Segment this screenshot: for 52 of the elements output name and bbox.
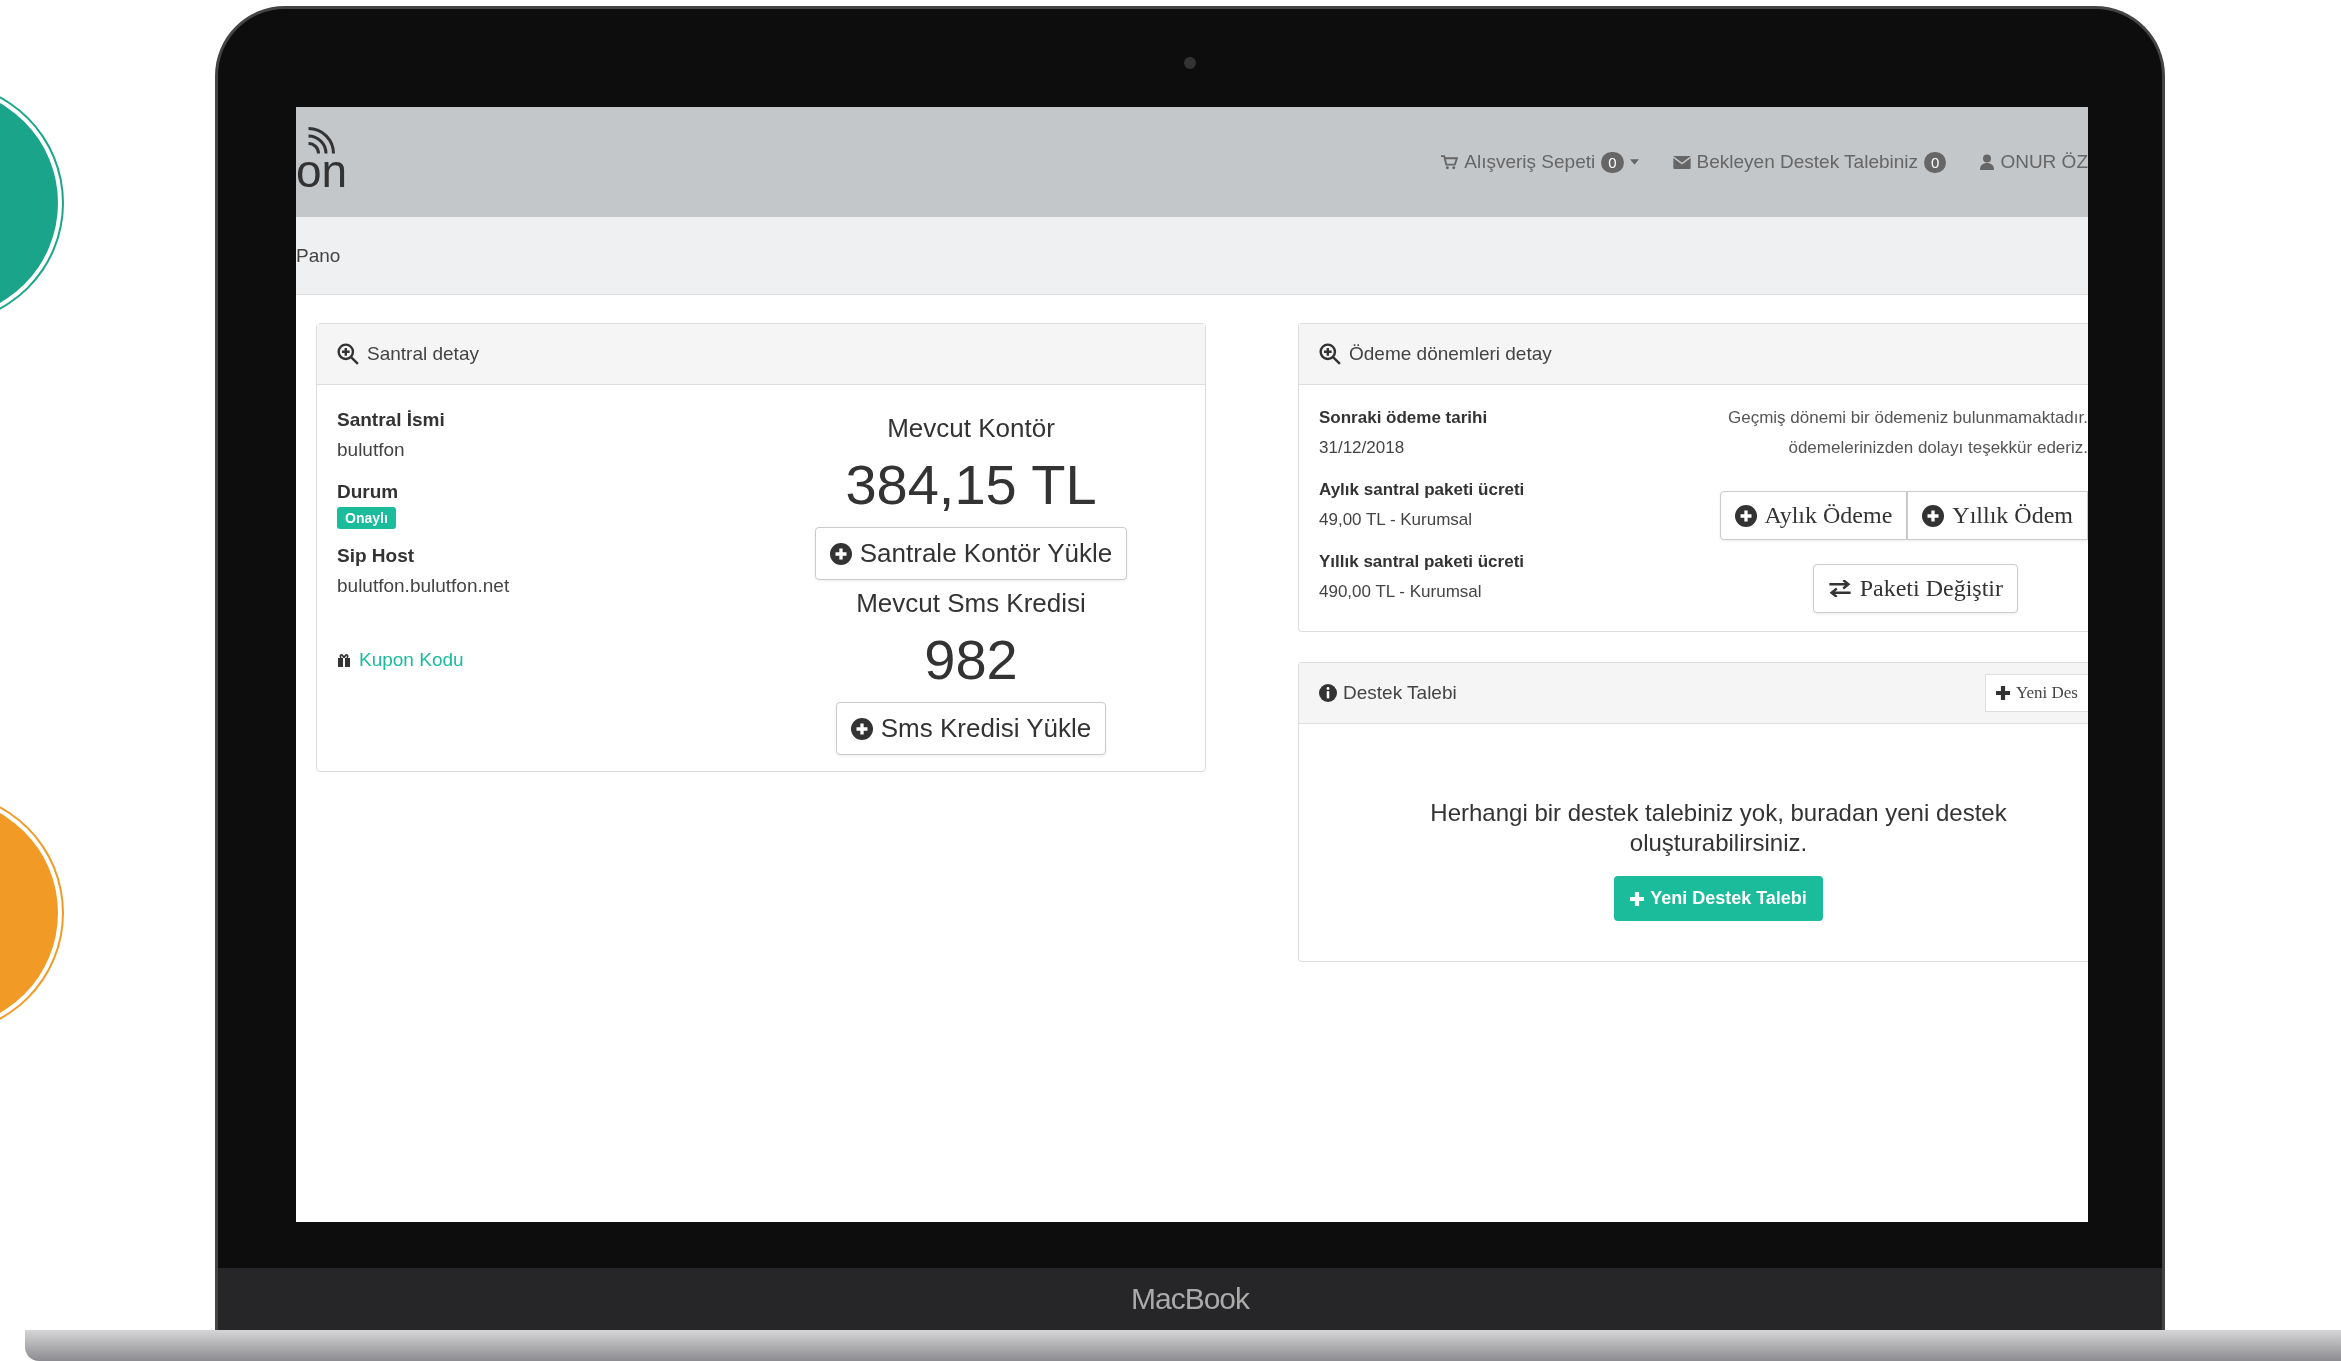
signal-waves-icon: [306, 126, 336, 156]
field-value: 31/12/2018: [1319, 437, 1406, 459]
field-label: Sip Host: [337, 544, 416, 568]
cart-icon: [1441, 154, 1459, 170]
balance-value: 384,15 TL: [845, 452, 1097, 517]
zoom-in-icon: [1319, 343, 1341, 365]
field-value: bulutfon.bulutfon.net: [337, 574, 511, 598]
info-text: ödemelerinizden dolayı teşekkür ederiz.: [1787, 437, 2088, 459]
plus-circle-icon: [1922, 504, 1945, 527]
caret-icon: [1629, 159, 1639, 165]
field-label: Sonraki ödeme tarihi: [1319, 407, 1489, 429]
field-label: Aylık santral paketi ücreti: [1319, 479, 1526, 501]
balance-value: 982: [924, 627, 1018, 692]
nav-link[interactable]: Bekleyen Destek Talebiniz 0: [1672, 151, 1947, 173]
swap-arrows-icon: [1827, 580, 1852, 597]
plus-icon: [1995, 686, 2010, 700]
card-title: Santral detay: [367, 343, 479, 365]
plus-circle-icon: [850, 717, 873, 740]
field-label: Yıllık santral paketi ücreti: [1319, 551, 1526, 573]
change-package-button[interactable]: Paketi Değiştir: [1812, 564, 2018, 613]
camera-icon: [1184, 57, 1196, 69]
count-badge: 0: [1601, 151, 1624, 173]
load-button[interactable]: Sms Kredisi Yükle: [835, 702, 1107, 755]
payment-button[interactable]: Yıllık Ödem: [1907, 491, 2088, 540]
breadcrumb-item: Pano: [296, 244, 341, 267]
envelope-icon: [1672, 155, 1691, 169]
plus-icon: [1630, 891, 1645, 906]
balance-label: Mevcut Kontör: [887, 413, 1055, 444]
zoom-in-icon: [337, 343, 359, 365]
gift-icon: [337, 653, 351, 667]
balance-label: Mevcut Sms Kredisi: [856, 588, 1086, 619]
plus-circle-icon: [829, 542, 852, 565]
nav-link[interactable]: Alışveriş Sepeti 0: [1441, 151, 1639, 173]
user-icon: [1980, 154, 1995, 170]
field-value: 490,00 TL - Kurumsal: [1319, 581, 1483, 603]
payment-button[interactable]: Aylık Ödeme: [1719, 491, 1908, 540]
info-text: Geçmiş dönemi bir ödemeniz bulunmamaktadır.: [1728, 407, 2088, 429]
info-circle-icon: [1319, 684, 1337, 702]
field-label: Durum: [337, 480, 400, 504]
new-request-button[interactable]: Yeni Des: [1984, 674, 2088, 712]
plus-circle-icon: [1734, 504, 1757, 527]
empty-state-message: Herhangi bir destek talebiniz yok, buradan yeni destek oluşturabilirsiniz.: [1429, 798, 2008, 858]
field-value: 49,00 TL - Kurumsal: [1319, 509, 1474, 531]
laptop-label: MacBook: [1130, 1282, 1250, 1316]
count-badge: 0: [1924, 151, 1947, 173]
load-button[interactable]: Santrale Kontör Yükle: [814, 527, 1128, 580]
card-title: Ödeme dönemleri detay: [1349, 343, 1552, 365]
logo-text: on: [296, 148, 348, 194]
field-value: bulutfon: [337, 438, 406, 462]
field-label: Santral İsmi: [337, 408, 446, 432]
status-badge: Onaylı: [337, 507, 396, 529]
card-title: Destek Talebi: [1343, 682, 1457, 704]
